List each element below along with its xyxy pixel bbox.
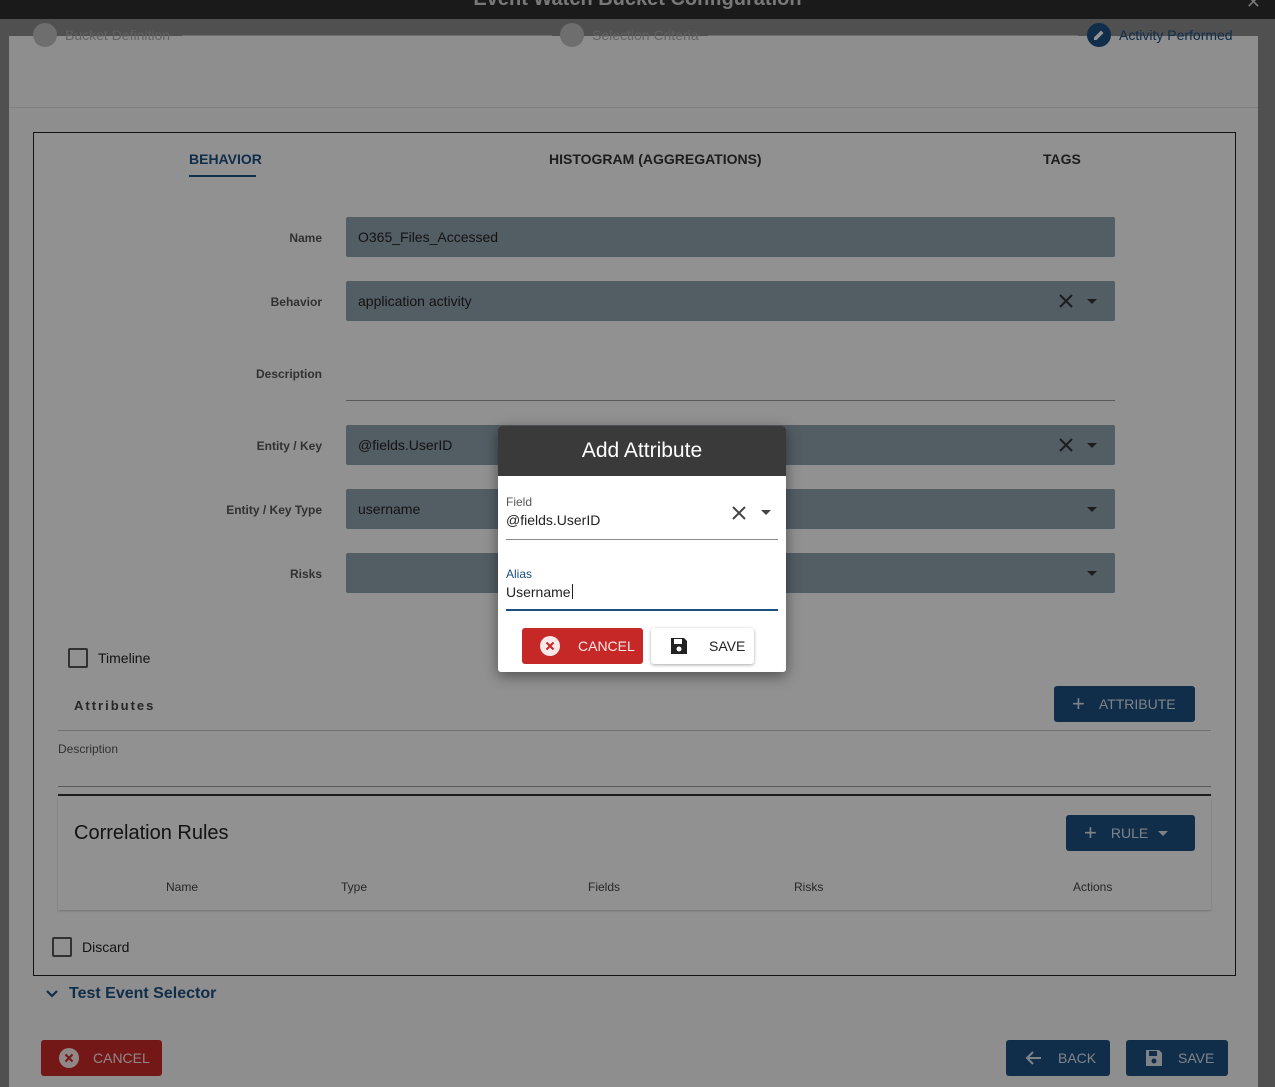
field-value[interactable]: @fields.UserID [506, 512, 600, 528]
alias-input[interactable]: Username [506, 584, 573, 600]
text-cursor [571, 584, 573, 599]
field-label: Field [506, 495, 533, 509]
alias-underline [506, 609, 778, 611]
add-attribute-dialog: Add Attribute Field @fields.UserID Alias… [498, 426, 786, 672]
dialog-title: Add Attribute [498, 426, 786, 476]
dialog-save-button[interactable]: SAVE [651, 628, 754, 664]
dialog-save-label: SAVE [709, 638, 746, 654]
alias-value: Username [506, 584, 571, 600]
field-select[interactable] [506, 539, 778, 540]
dialog-cancel-label: CANCEL [578, 638, 635, 654]
save-icon [671, 638, 687, 654]
clear-icon[interactable] [729, 503, 749, 523]
cancel-icon [540, 636, 560, 656]
chevron-down-icon[interactable] [761, 510, 771, 515]
dialog-cancel-button[interactable]: CANCEL [522, 628, 643, 664]
alias-label: Alias [506, 567, 533, 581]
